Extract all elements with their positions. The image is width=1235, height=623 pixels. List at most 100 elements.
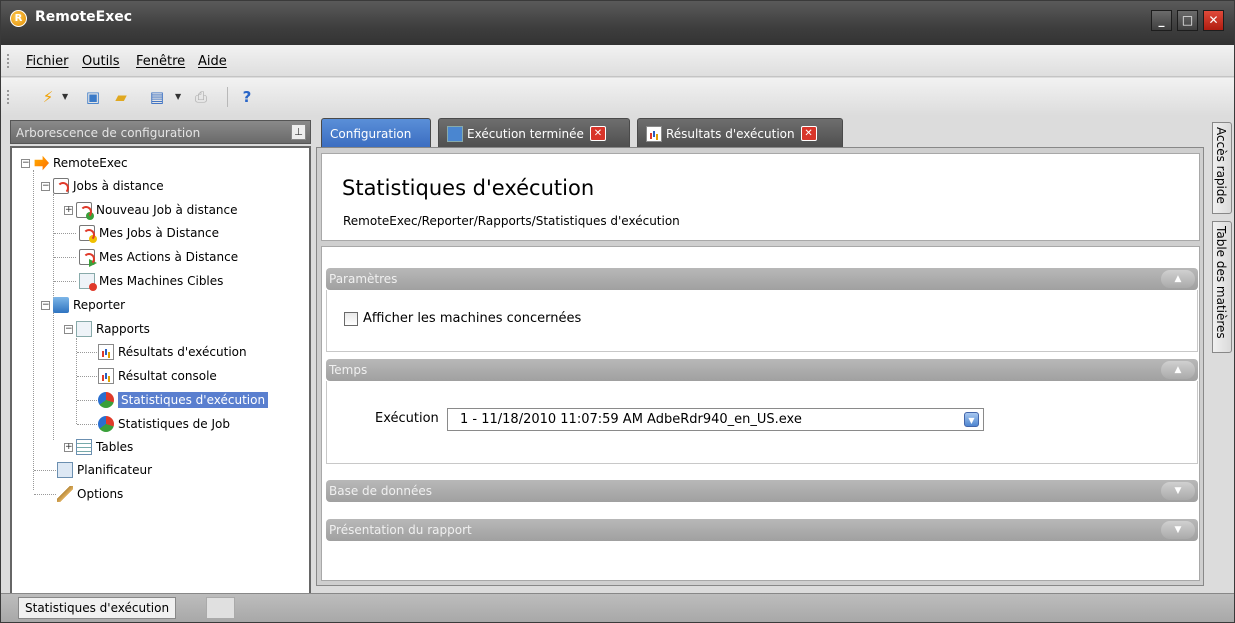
chevron-down-icon[interactable]: ▼ <box>964 412 979 427</box>
expand-icon[interactable]: + <box>64 442 73 452</box>
tab-label: Exécution terminée <box>467 127 584 141</box>
app-window: R RemoteExec _ □ ✕ Fichier Outils Fenêtr… <box>0 0 1235 623</box>
tree-item-label: Options <box>77 487 124 501</box>
pie-chart-icon <box>98 392 114 408</box>
side-tab-quick-access[interactable]: Accès rapide <box>1212 122 1232 214</box>
wrench-icon <box>57 486 73 502</box>
section-presentation-header[interactable]: Présentation du rapport ▼ <box>326 519 1198 541</box>
collapse-icon[interactable]: − <box>21 158 30 168</box>
save-dropdown-icon[interactable]: ▼ <box>175 92 181 101</box>
tree-line <box>54 233 76 234</box>
close-tab-icon[interactable]: ✕ <box>800 126 817 141</box>
config-tree: − RemoteExec − Jobs à distance + Nouveau… <box>10 146 311 595</box>
remote-jobs-icon <box>53 178 69 194</box>
tab-execution-finished[interactable]: Exécution terminée ✕ <box>438 118 630 148</box>
menu-outils[interactable]: Outils <box>82 54 120 69</box>
collapse-icon[interactable]: − <box>41 181 50 191</box>
tree-line <box>77 424 97 425</box>
toolbar-grip-icon[interactable] <box>7 90 10 104</box>
section-database-header[interactable]: Base de données ▼ <box>326 480 1198 502</box>
tree-item-remote-jobs[interactable]: − Jobs à distance <box>41 175 164 197</box>
my-actions-icon <box>79 249 97 267</box>
title-bar[interactable]: R RemoteExec _ □ ✕ <box>1 1 1234 45</box>
tree-line <box>77 400 97 401</box>
pie-chart-icon <box>98 416 114 432</box>
close-window-button[interactable]: ✕ <box>1203 10 1224 31</box>
target-machines-icon <box>79 273 97 291</box>
tree-item-my-remote-jobs[interactable]: Mes Jobs à Distance <box>79 222 219 244</box>
close-tab-icon[interactable]: ✕ <box>589 126 606 141</box>
show-machines-checkbox[interactable] <box>344 312 358 326</box>
panel-title: Arborescence de configuration <box>16 126 201 140</box>
chevron-down-icon[interactable]: ▼ <box>1161 482 1195 500</box>
tree-item-label: Mes Jobs à Distance <box>99 226 220 240</box>
status-text: Statistiques d'exécution <box>18 597 177 619</box>
new-icon[interactable]: ▣ <box>83 87 103 107</box>
chevron-up-icon[interactable]: ▲ <box>1161 270 1195 288</box>
chevron-down-icon[interactable]: ▼ <box>1161 521 1195 539</box>
tree-line <box>53 194 54 302</box>
execution-select[interactable]: 1 - 11/18/2010 11:07:59 AM AdbeRdr940_en… <box>447 408 984 431</box>
tree-item-console-result[interactable]: Résultat console <box>98 365 217 387</box>
print-icon[interactable]: ⎙ <box>191 87 211 107</box>
menu-fichier[interactable]: Fichier <box>26 54 69 69</box>
tree-item-reports[interactable]: − Rapports <box>64 318 150 340</box>
tree-item-new-remote-job[interactable]: + Nouveau Job à distance <box>64 199 238 221</box>
menu-grip-icon[interactable] <box>7 54 10 68</box>
chart-icon <box>646 126 662 142</box>
tree-item-my-remote-actions[interactable]: Mes Actions à Distance <box>79 246 238 268</box>
collapse-icon[interactable]: − <box>41 300 50 310</box>
pin-icon[interactable]: ⊥ <box>291 124 306 140</box>
save-icon[interactable]: ▤ <box>147 87 167 107</box>
tree-item-tables[interactable]: + Tables <box>64 436 133 458</box>
tab-configuration[interactable]: Configuration <box>321 118 431 148</box>
section-parametres-body: Afficher les machines concernées <box>326 290 1198 352</box>
tree-item-label: Mes Actions à Distance <box>99 250 239 264</box>
tree-item-label: Statistiques d'exécution <box>118 392 269 408</box>
toolbar: ⚡ ▼ ▣ ▰ ▤ ▼ ⎙ ? <box>1 78 1234 116</box>
side-tab-contents[interactable]: Table des matières <box>1212 221 1232 353</box>
tab-label: Configuration <box>330 127 412 141</box>
tree-item-job-stats[interactable]: Statistiques de Job <box>98 413 230 435</box>
section-title: Présentation du rapport <box>329 523 472 537</box>
tree-item-reporter[interactable]: − Reporter <box>41 294 125 316</box>
tree-line <box>76 338 77 424</box>
breadcrumb: RemoteExec/Reporter/Rapports/Statistique… <box>343 214 680 228</box>
tree-item-execution-results[interactable]: Résultats d'exécution <box>98 341 247 363</box>
menu-aide[interactable]: Aide <box>198 54 227 69</box>
tree-item-options[interactable]: Options <box>57 483 123 505</box>
maximize-button[interactable]: □ <box>1177 10 1198 31</box>
chart-icon <box>98 344 114 360</box>
expand-icon[interactable]: + <box>64 205 73 215</box>
checkbox-label[interactable]: Afficher les machines concernées <box>363 311 581 326</box>
tab-label: Résultats d'exécution <box>666 127 795 141</box>
tree-item-execution-stats[interactable]: Statistiques d'exécution <box>98 389 269 411</box>
chevron-up-icon[interactable]: ▲ <box>1161 361 1195 379</box>
tree-item-label: Rapports <box>96 322 150 336</box>
execute-icon[interactable]: ⚡ <box>38 87 58 107</box>
open-folder-icon[interactable]: ▰ <box>111 87 131 107</box>
tree-item-scheduler[interactable]: Planificateur <box>57 459 152 481</box>
help-icon[interactable]: ? <box>237 87 257 107</box>
collapse-icon[interactable]: − <box>64 324 73 334</box>
tree-line <box>77 352 97 353</box>
section-parametres-header[interactable]: Paramètres ▲ <box>326 268 1198 290</box>
target-badge-icon <box>89 283 97 291</box>
tree-item-label: Résultats d'exécution <box>118 345 247 359</box>
tab-execution-results[interactable]: Résultats d'exécution ✕ <box>637 118 843 148</box>
menu-bar: Fichier Outils Fenêtre Aide <box>1 45 1234 77</box>
tree-item-label: Mes Machines Cibles <box>99 274 224 288</box>
side-tab-label: Table des matières <box>1214 226 1228 339</box>
section-title: Paramètres <box>329 272 398 286</box>
tree-item-target-machines[interactable]: Mes Machines Cibles <box>79 270 223 292</box>
section-temps-header[interactable]: Temps ▲ <box>326 359 1198 381</box>
side-tab-label: Accès rapide <box>1214 127 1228 204</box>
execute-dropdown-icon[interactable]: ▼ <box>62 92 68 101</box>
minimize-button[interactable]: _ <box>1151 10 1172 31</box>
reports-icon <box>76 321 92 337</box>
new-remote-job-icon <box>76 202 94 220</box>
menu-fenetre[interactable]: Fenêtre <box>136 54 185 69</box>
tree-line <box>54 281 76 282</box>
tree-item-remoteexec[interactable]: − RemoteExec <box>21 152 128 174</box>
page-title: Statistiques d'exécution <box>342 176 595 200</box>
